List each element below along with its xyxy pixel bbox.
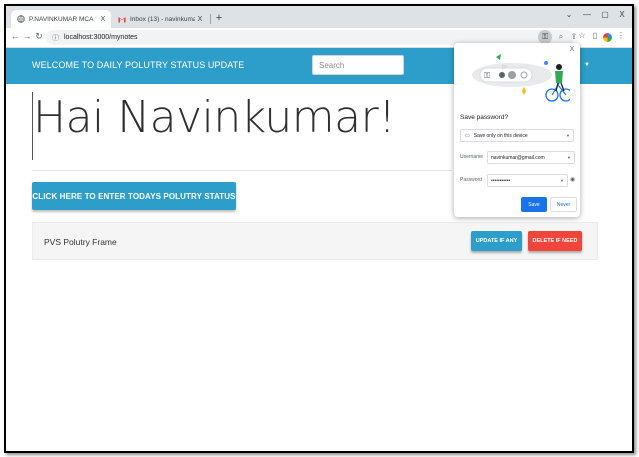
maximize-button[interactable]: ▢ [598,10,612,19]
greeting-heading: Hai Navinkumar! [33,92,396,143]
update-button[interactable]: UPDATE IF ANY [471,231,522,251]
screenshot-frame: P.NAVINKUMAR MCA X Inbox (13) - navinkum… [4,4,634,453]
username-value: navinkumar@gmail.com [491,154,545,161]
side-panel-icon[interactable]: ▯ [589,31,601,40]
forward-arrow-icon[interactable]: → [21,31,33,41]
close-window-button[interactable]: X [615,10,629,19]
tab-title: P.NAVINKUMAR MCA [29,15,94,23]
tab-active[interactable]: P.NAVINKUMAR MCA X [11,10,111,28]
password-value: ••••••••••• [491,177,511,184]
tab-close-icon[interactable]: X [98,16,108,23]
brand-title[interactable]: WELCOME TO DAILY POLUTRY STATUS UPDATE [32,60,244,70]
chevron-down-icon: ▼ [567,155,571,160]
profile-avatar[interactable] [603,33,612,42]
storage-option: Save only on this device [473,132,528,139]
username-label: Username [460,154,484,160]
save-password-popup: X ⚿ Save password? ▭ Save only on this d… [454,43,580,217]
note-card: PVS Polutry Frame UPDATE IF ANY DELETE I… [32,222,598,260]
tab-close-icon[interactable]: X [195,16,205,23]
back-arrow-icon[interactable]: ← [9,31,21,41]
password-field[interactable]: ••••••••••• ▼ [487,174,568,187]
key-icon[interactable]: ⚿ [538,30,552,44]
menu-dots-icon[interactable]: ⋮ [615,31,627,40]
gmail-icon [118,15,126,23]
divider [32,170,452,171]
note-title[interactable]: PVS Polutry Frame [44,237,117,247]
tab-strip: P.NAVINKUMAR MCA X Inbox (13) - navinkum… [6,6,632,28]
chevron-down-icon: ▼ [560,178,564,183]
tab-search-icon[interactable]: ⌄ [562,10,576,19]
never-button[interactable]: Never [550,197,577,212]
password-illustration: ⚿ [472,54,570,102]
delete-button[interactable]: DELETE IF NEED [528,231,582,251]
globe-icon [17,15,25,23]
enter-status-button[interactable]: CLICK HERE TO ENTER TODAYS POLUTRY STATU… [32,182,236,210]
url-text: localhost:3000/mynotes [64,34,138,41]
password-label: Password [460,177,482,183]
chevron-down-icon: ▼ [566,133,570,138]
zoom-icon[interactable]: ⌕ [554,30,568,44]
save-password-button[interactable]: Save [521,197,547,212]
eye-icon[interactable]: ◉ [570,176,575,183]
tab-separator [210,14,211,24]
tab-inbox[interactable]: Inbox (13) - navinkumar16719916@gmail.co… [112,10,208,28]
popup-title: Save password? [460,114,509,121]
new-tab-button[interactable]: + [212,11,226,25]
bookmark-star-icon[interactable]: ☆ [576,31,588,40]
minimize-button[interactable]: — [580,10,594,19]
username-field[interactable]: navinkumar@gmail.com ▼ [487,151,575,164]
reload-icon[interactable]: ↻ [33,31,45,42]
dropdown-caret-icon[interactable]: ▼ [584,62,590,68]
device-icon: ▭ [465,132,470,139]
search-input[interactable] [312,55,404,75]
svg-text:⚿: ⚿ [484,71,490,80]
storage-select[interactable]: ▭ Save only on this device ▼ [460,129,574,142]
tab-title: Inbox (13) - navinkumar16719916@gmail.co… [130,15,195,23]
info-icon[interactable]: ⓘ [52,33,59,43]
